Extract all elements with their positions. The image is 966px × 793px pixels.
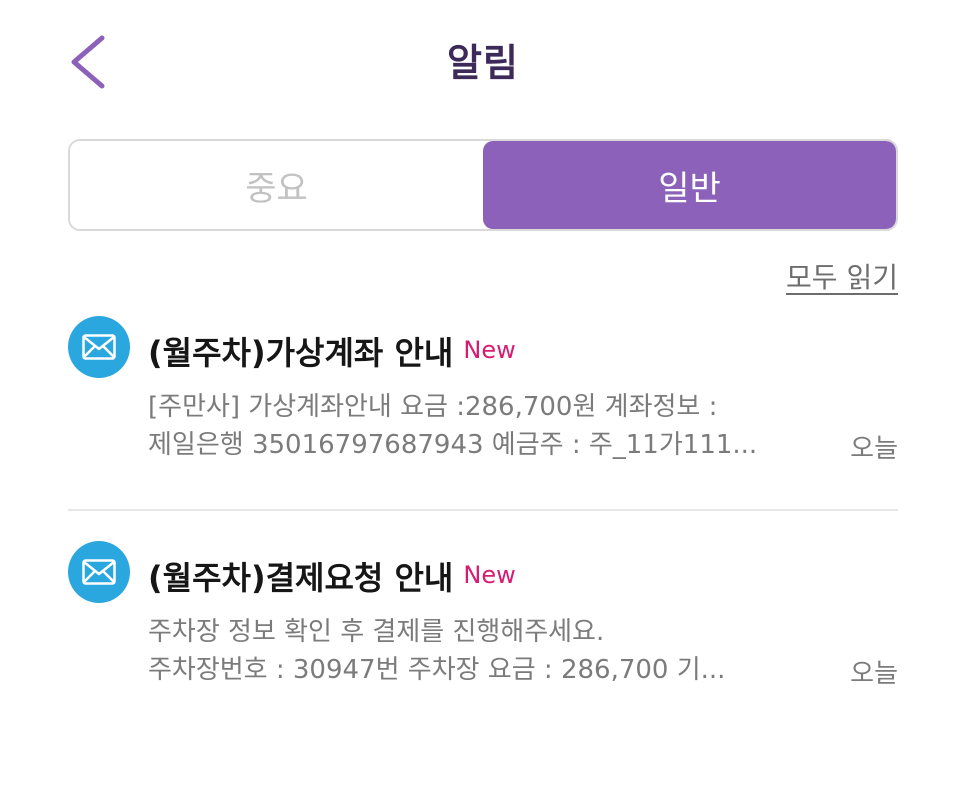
list-divider [68, 509, 898, 511]
new-badge: New [463, 336, 516, 364]
read-all-link[interactable]: 모두 읽기 [786, 256, 898, 296]
new-badge: New [463, 561, 516, 589]
notification-type-tabs: 중요 일반 [68, 139, 898, 231]
notification-date: 오늘 [850, 434, 898, 464]
page-title: 알림 [447, 41, 519, 85]
notification-body-line: [주만사] 가상계좌안내 요금 :286,700원 계좌정보 : [148, 392, 718, 422]
notification-body: [주만사] 가상계좌안내 요금 :286,700원 계좌정보 : 제일은행 35… [148, 388, 778, 464]
notification-date: 오늘 [850, 659, 898, 689]
notification-item[interactable]: (월주차)결제요청 안내 New 주차장 정보 확인 후 결제를 진행해주세요. … [68, 541, 898, 701]
mail-icon [68, 541, 130, 603]
notification-title-text: (월주차)결제요청 안내 [148, 559, 454, 597]
notification-title-text: (월주차)가상계좌 안내 [148, 334, 454, 372]
notification-title: (월주차)결제요청 안내 New [148, 553, 516, 599]
tab-general[interactable]: 일반 [483, 141, 896, 229]
notification-body: 주차장 정보 확인 후 결제를 진행해주세요. 주차장번호 : 30947번 주… [148, 613, 778, 689]
notification-body-line: 제일은행 35016797687943 예금주 : 주_11가111... [148, 430, 758, 460]
notification-title: (월주차)가상계좌 안내 New [148, 328, 516, 374]
notification-body-line: 주차장번호 : 30947번 주차장 요금 : 286,700 기... [148, 655, 726, 685]
header-bar: 알림 [0, 0, 966, 120]
tab-important[interactable]: 중요 [70, 141, 483, 229]
notification-item[interactable]: (월주차)가상계좌 안내 New [주만사] 가상계좌안내 요금 :286,700… [68, 316, 898, 510]
mail-icon [68, 316, 130, 378]
notification-body-line: 주차장 정보 확인 후 결제를 진행해주세요. [148, 617, 605, 647]
